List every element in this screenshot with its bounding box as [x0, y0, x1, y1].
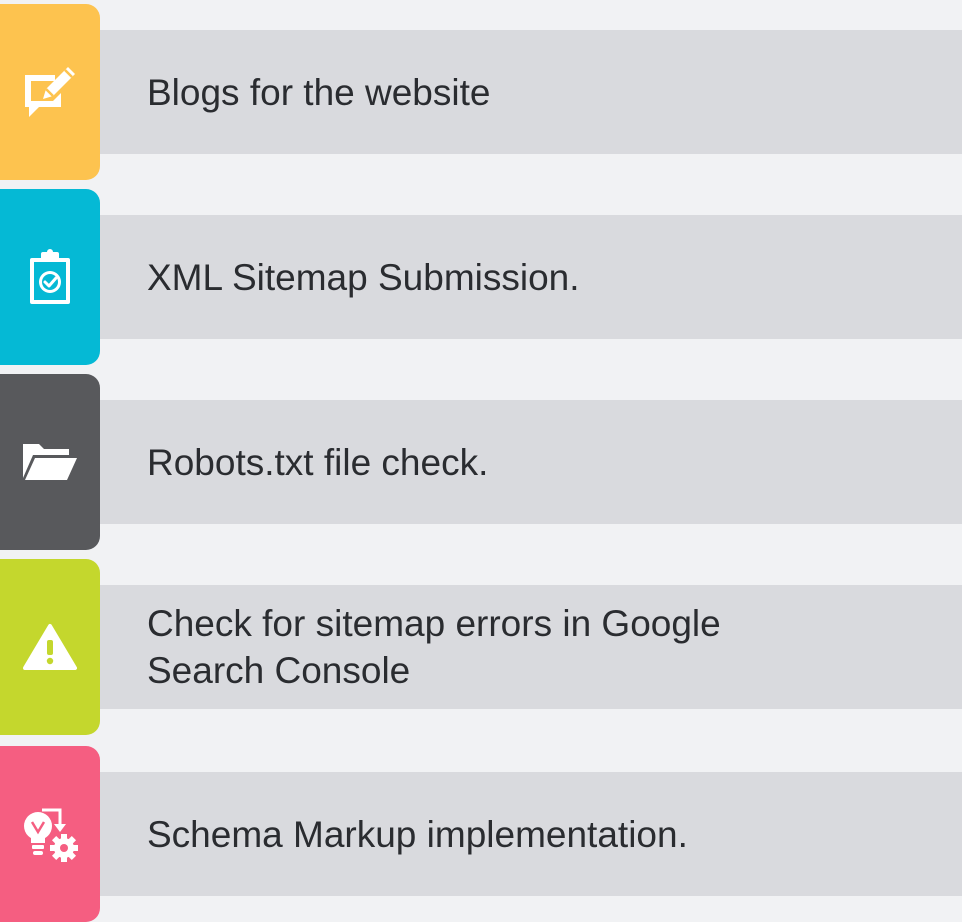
item-tab — [0, 746, 100, 922]
list-item: Schema Markup implementation. — [0, 746, 962, 922]
item-label: Blogs for the website — [147, 71, 491, 113]
list-item: Robots.txt file check. — [0, 374, 962, 550]
item-label: Schema Markup implementation. — [147, 813, 688, 855]
item-tab — [0, 374, 100, 550]
item-label: XML Sitemap Submission. — [147, 256, 580, 298]
clipboard-check-icon — [27, 248, 73, 306]
item-tab — [0, 4, 100, 180]
item-tab — [0, 559, 100, 735]
list-item: Blogs for the website — [0, 4, 962, 180]
list-item: XML Sitemap Submission. — [0, 189, 962, 365]
list-item: Check for sitemap errors in Google Searc… — [0, 559, 962, 735]
item-tab — [0, 189, 100, 365]
edit-comment-icon — [21, 63, 79, 121]
item-label: Robots.txt file check. — [147, 441, 489, 483]
item-label: Check for sitemap errors in Google Searc… — [147, 603, 721, 691]
idea-gear-icon — [20, 804, 80, 864]
open-folder-icon — [21, 440, 79, 484]
warning-icon — [23, 623, 77, 671]
